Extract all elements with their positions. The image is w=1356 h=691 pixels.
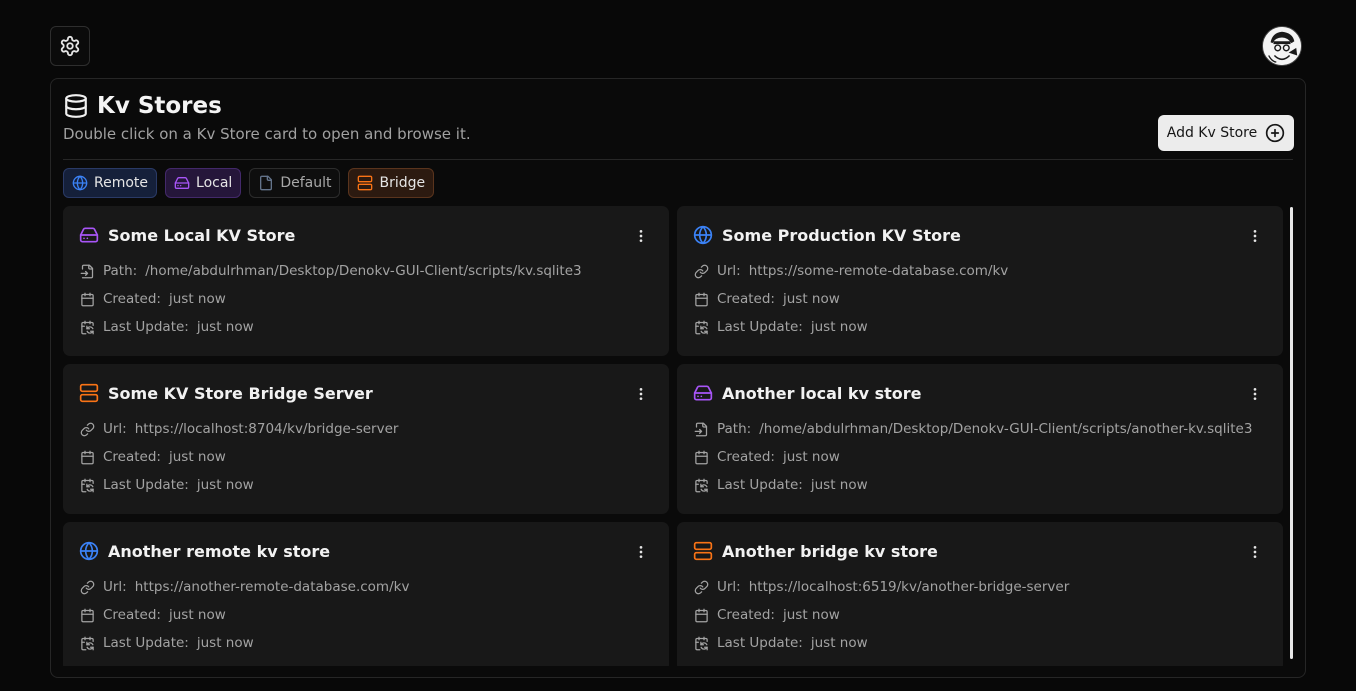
card-last-update: Last Update: just now: [693, 477, 868, 493]
more-vertical-icon[interactable]: [1247, 542, 1263, 562]
more-vertical-icon[interactable]: [1247, 384, 1263, 404]
card-path: Path: /home/abdulrhman/Desktop/Denokv-GU…: [79, 263, 582, 279]
card-title: Some Production KV Store: [722, 225, 961, 245]
kv-store-card[interactable]: Some Local KV Store Path: /home/abdulrhm…: [63, 206, 669, 356]
hard-drive-icon: [693, 383, 713, 403]
calendar-sync-icon: [79, 319, 95, 335]
card-title: Some KV Store Bridge Server: [108, 383, 373, 403]
file-icon: [258, 175, 274, 191]
filter-chip-label: Remote: [94, 175, 149, 191]
kv-store-grid: Some Local KV Store Path: /home/abdulrhm…: [63, 206, 1284, 666]
card-path: Path: /home/abdulrhman/Desktop/Denokv-GU…: [693, 421, 1252, 437]
kv-store-card[interactable]: Another local kv store Path: /home/abdul…: [677, 364, 1283, 514]
card-location: /home/abdulrhman/Desktop/Denokv-GUI-Clie…: [759, 421, 1253, 437]
card-last-update: Last Update: just now: [693, 635, 868, 651]
link-icon: [79, 421, 95, 437]
add-kv-store-button[interactable]: Add Kv Store: [1158, 115, 1294, 151]
add-kv-store-label: Add Kv Store: [1166, 125, 1258, 141]
calendar-sync-icon: [79, 477, 95, 493]
scrollbar[interactable]: [1290, 207, 1293, 659]
more-vertical-icon[interactable]: [633, 542, 649, 562]
filter-chip-label: Local: [196, 175, 233, 191]
card-url: Url: https://another-remote-database.com…: [79, 579, 409, 595]
card-last-update: Last Update: just now: [79, 319, 254, 335]
card-created: Created: just now: [693, 291, 840, 307]
calendar-icon: [79, 607, 95, 623]
calendar-sync-icon: [693, 319, 709, 335]
more-vertical-icon[interactable]: [1247, 226, 1263, 246]
card-title: Another remote kv store: [108, 541, 331, 561]
page-title: Kv Stores: [97, 93, 222, 119]
divider: [63, 159, 1293, 160]
card-title: Another bridge kv store: [722, 541, 938, 561]
card-url: Url: https://some-remote-database.com/kv: [693, 263, 1008, 279]
card-created: Created: just now: [79, 449, 226, 465]
filter-chip-local[interactable]: Local: [165, 168, 242, 198]
card-location: https://localhost:8704/kv/bridge-server: [134, 421, 399, 437]
card-created: Created: just now: [79, 607, 226, 623]
card-location: https://another-remote-database.com/kv: [134, 579, 410, 595]
card-title: Some Local KV Store: [108, 225, 296, 245]
calendar-icon: [693, 449, 709, 465]
card-url: Url: https://localhost:8704/kv/bridge-se…: [79, 421, 398, 437]
database-icon: [63, 93, 89, 119]
link-icon: [79, 579, 95, 595]
panel-header: Kv Stores Double click on a Kv Store car…: [63, 93, 471, 143]
filter-chip-label: Bridge: [379, 175, 426, 191]
card-last-update: Last Update: just now: [79, 635, 254, 651]
card-last-update: Last Update: just now: [693, 319, 868, 335]
calendar-icon: [79, 449, 95, 465]
more-vertical-icon[interactable]: [633, 384, 649, 404]
card-created: Created: just now: [693, 607, 840, 623]
filter-chip-default[interactable]: Default: [249, 168, 341, 198]
link-icon: [693, 263, 709, 279]
globe-icon: [72, 175, 88, 191]
calendar-sync-icon: [693, 477, 709, 493]
plus-circle-icon: [1265, 123, 1285, 143]
card-location: https://localhost:6519/kv/another-bridge…: [748, 579, 1070, 595]
card-last-update: Last Update: just now: [79, 477, 254, 493]
card-location: /home/abdulrhman/Desktop/Denokv-GUI-Clie…: [145, 263, 582, 279]
kv-stores-panel: Kv Stores Double click on a Kv Store car…: [50, 78, 1306, 678]
more-vertical-icon[interactable]: [633, 226, 649, 246]
kv-store-card[interactable]: Some KV Store Bridge Server Url: https:/…: [63, 364, 669, 514]
filter-chip-remote[interactable]: Remote: [63, 168, 158, 198]
kv-store-card[interactable]: Another bridge kv store Url: https://loc…: [677, 522, 1283, 666]
server-icon: [357, 175, 373, 191]
settings-button[interactable]: [50, 26, 90, 66]
link-icon: [693, 579, 709, 595]
server-icon: [693, 541, 713, 561]
avatar[interactable]: [1262, 26, 1302, 66]
filter-chip-label: Default: [280, 175, 332, 191]
kv-store-card[interactable]: Another remote kv store Url: https://ano…: [63, 522, 669, 666]
page-subtitle: Double click on a Kv Store card to open …: [63, 125, 471, 143]
filter-chips: Remote Local Default Bridge: [63, 168, 435, 198]
calendar-sync-icon: [79, 635, 95, 651]
card-url: Url: https://localhost:6519/kv/another-b…: [693, 579, 1069, 595]
globe-icon: [693, 225, 713, 245]
kv-store-card[interactable]: Some Production KV Store Url: https://so…: [677, 206, 1283, 356]
globe-icon: [79, 541, 99, 561]
hard-drive-icon: [174, 175, 190, 191]
filter-chip-bridge[interactable]: Bridge: [348, 168, 435, 198]
calendar-icon: [693, 607, 709, 623]
card-title: Another local kv store: [722, 383, 922, 403]
file-input-icon: [79, 263, 95, 279]
hard-drive-icon: [79, 225, 99, 245]
calendar-sync-icon: [693, 635, 709, 651]
card-created: Created: just now: [693, 449, 840, 465]
card-location: https://some-remote-database.com/kv: [748, 263, 1009, 279]
card-created: Created: just now: [79, 291, 226, 307]
file-input-icon: [693, 421, 709, 437]
gear-icon: [59, 35, 81, 57]
calendar-icon: [693, 291, 709, 307]
server-icon: [79, 383, 99, 403]
calendar-icon: [79, 291, 95, 307]
